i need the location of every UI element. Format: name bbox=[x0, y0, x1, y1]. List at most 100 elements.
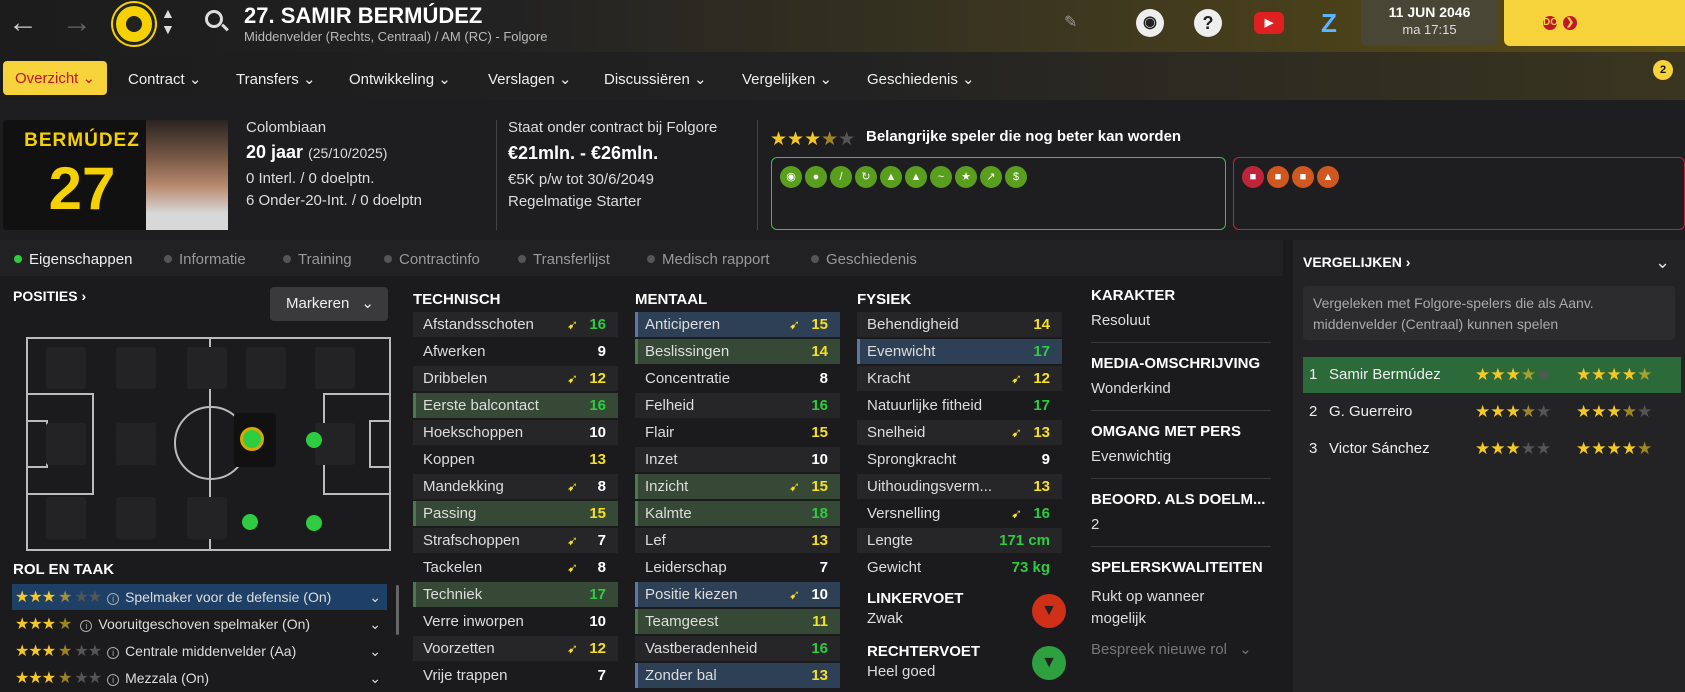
menu-geschiedenis[interactable]: Geschiedenis ⌄ bbox=[867, 70, 975, 88]
compare-row[interactable]: 3 Victor Sánchez ★★★★★ ★★★★★ bbox=[1303, 431, 1681, 467]
attribute-row[interactable]: Flair 15 bbox=[635, 420, 840, 445]
help-icon[interactable]: ? bbox=[1194, 9, 1222, 37]
flask-icon[interactable]: ▲ bbox=[1317, 166, 1339, 188]
globe-icon[interactable]: ◉ bbox=[1136, 9, 1164, 37]
attribute-row[interactable]: Positie kiezen ➹ 10 bbox=[635, 582, 840, 607]
discuss-role-link[interactable]: Bespreek nieuwe rol ⌄ bbox=[1091, 640, 1252, 658]
continue-button[interactable]: DOORGAAN❯ bbox=[1504, 0, 1685, 46]
brain-icon[interactable]: ● bbox=[805, 166, 827, 188]
attribute-row[interactable]: Sprongkracht 9 bbox=[857, 447, 1062, 472]
player-nav-icon[interactable]: ▲ ▼ bbox=[161, 5, 175, 37]
scrollbar[interactable] bbox=[396, 585, 399, 635]
tab-geschiedenis[interactable]: Geschiedenis bbox=[811, 251, 917, 268]
money-icon[interactable]: $ bbox=[1005, 166, 1027, 188]
attribute-row[interactable]: Dribbelen ➹ 12 bbox=[413, 366, 618, 391]
attribute-row[interactable]: Techniek 17 bbox=[413, 582, 618, 607]
attribute-row[interactable]: Natuurlijke fitheid 17 bbox=[857, 393, 1062, 418]
cone-icon[interactable]: ▲ bbox=[880, 166, 902, 188]
attribute-row[interactable]: Evenwicht 17 bbox=[857, 339, 1062, 364]
position-marker[interactable] bbox=[306, 515, 322, 531]
mark-dropdown[interactable]: Markeren ⌄ bbox=[270, 287, 388, 321]
date-box[interactable]: 11 JUN 2046 ma 17:15 bbox=[1361, 0, 1498, 46]
page-icon[interactable]: ■ bbox=[1292, 166, 1314, 188]
menu-vergelijken[interactable]: Vergelijken ⌄ bbox=[742, 70, 832, 88]
attribute-row[interactable]: Verre inworpen 10 bbox=[413, 609, 618, 634]
attribute-row[interactable]: Voorzetten ➹ 12 bbox=[413, 636, 618, 661]
youtube-icon[interactable]: ▶ bbox=[1254, 12, 1284, 34]
notification-badge[interactable]: 2 bbox=[1653, 60, 1673, 80]
tab-contractinfo[interactable]: Contractinfo bbox=[384, 251, 480, 268]
attribute-row[interactable]: Strafschoppen ➹ 7 bbox=[413, 528, 618, 553]
attribute-row[interactable]: Concentratie 8 bbox=[635, 366, 840, 391]
attribute-row[interactable]: Felheid 16 bbox=[635, 393, 840, 418]
role-row[interactable]: ★★★ ★ ★★ i Mezzala (On) ⌄ bbox=[12, 665, 387, 691]
attribute-row[interactable]: Vastberadenheid 16 bbox=[635, 636, 840, 661]
attribute-row[interactable]: Afstandsschoten ➹ 16 bbox=[413, 312, 618, 337]
tab-medisch[interactable]: Medisch rapport bbox=[647, 251, 770, 268]
attribute-row[interactable]: Mandekking ➹ 8 bbox=[413, 474, 618, 499]
star-icon[interactable]: ★ bbox=[955, 166, 977, 188]
tab-training[interactable]: Training bbox=[283, 251, 352, 268]
attribute-row[interactable]: Eerste balcontact 16 bbox=[413, 393, 618, 418]
attribute-row[interactable]: Leiderschap 7 bbox=[635, 555, 840, 580]
document-icon[interactable]: ■ bbox=[1242, 166, 1264, 188]
z-logo-icon[interactable]: Z bbox=[1315, 9, 1343, 37]
role-row[interactable]: ★★★ ★ ★★ i Centrale middenvelder (Aa) ⌄ bbox=[12, 638, 387, 664]
menu-verslagen[interactable]: Verslagen ⌄ bbox=[488, 70, 571, 88]
attribute-row[interactable]: Afwerken 9 bbox=[413, 339, 618, 364]
right-foot-label: RECHTERVOET bbox=[867, 643, 981, 660]
menu-ontwikkeling[interactable]: Ontwikkeling ⌄ bbox=[349, 70, 451, 88]
attribute-row[interactable]: Zonder bal 13 bbox=[635, 663, 840, 688]
ball-icon[interactable]: / bbox=[830, 166, 852, 188]
position-marker[interactable] bbox=[306, 432, 322, 448]
tab-eigenschappen[interactable]: Eigenschappen bbox=[14, 251, 132, 268]
compare-title[interactable]: VERGELIJKEN › bbox=[1303, 254, 1410, 270]
menu-transfers[interactable]: Transfers ⌄ bbox=[236, 70, 316, 88]
attribute-row[interactable]: Versnelling ➹ 16 bbox=[857, 501, 1062, 526]
collapse-chevron-icon[interactable]: ⌄ bbox=[1655, 252, 1670, 273]
attribute-row[interactable]: Hoekschoppen 10 bbox=[413, 420, 618, 445]
wave-icon[interactable]: ~ bbox=[930, 166, 952, 188]
attribute-row[interactable]: Snelheid ➹ 13 bbox=[857, 420, 1062, 445]
attribute-row[interactable]: Kracht ➹ 12 bbox=[857, 366, 1062, 391]
attribute-row[interactable]: Koppen 13 bbox=[413, 447, 618, 472]
position-marker[interactable] bbox=[242, 514, 258, 530]
attribute-name: Inzicht bbox=[645, 478, 689, 495]
attribute-row[interactable]: Tackelen ➹ 8 bbox=[413, 555, 618, 580]
attribute-row[interactable]: Beslissingen 14 bbox=[635, 339, 840, 364]
tab-informatie[interactable]: Informatie bbox=[164, 251, 246, 268]
role-row[interactable]: ★★★ ★ i Vooruitgeschoven spelmaker (On) ⌄ bbox=[12, 611, 387, 637]
positions-label[interactable]: POSITIES › bbox=[13, 288, 86, 304]
back-arrow-icon[interactable]: ← bbox=[8, 8, 38, 38]
attribute-row[interactable]: Anticiperen ➹ 15 bbox=[635, 312, 840, 337]
club-badge[interactable] bbox=[113, 3, 155, 45]
natural-position-marker[interactable] bbox=[240, 427, 264, 451]
search-icon[interactable] bbox=[205, 10, 223, 28]
menu-overzicht[interactable]: Overzicht ⌄ bbox=[3, 61, 108, 95]
attribute-row[interactable]: Lef 13 bbox=[635, 528, 840, 553]
attribute-row[interactable]: Teamgeest 11 bbox=[635, 609, 840, 634]
forward-arrow-icon[interactable]: → bbox=[62, 8, 92, 38]
attribute-name: Eerste balcontact bbox=[423, 397, 539, 414]
attribute-row[interactable]: Gewicht 73 kg bbox=[857, 555, 1062, 580]
attribute-row[interactable]: Uithoudingsverm... 13 bbox=[857, 474, 1062, 499]
attribute-row[interactable]: Inzet 10 bbox=[635, 447, 840, 472]
compass-icon[interactable]: ◉ bbox=[780, 166, 802, 188]
attribute-row[interactable]: Passing 15 bbox=[413, 501, 618, 526]
passing-icon[interactable]: ↻ bbox=[855, 166, 877, 188]
attribute-row[interactable]: Inzicht ➹ 15 bbox=[635, 474, 840, 499]
trend-icon[interactable]: ↗ bbox=[980, 166, 1002, 188]
role-row[interactable]: ★★★ ★ ★★ i Spelmaker voor de defensie (On) ⌄ bbox=[12, 584, 387, 610]
cones-icon[interactable]: ▲ bbox=[905, 166, 927, 188]
attribute-row[interactable]: Kalmte 18 bbox=[635, 501, 840, 526]
attribute-row[interactable]: Vrije trappen 7 bbox=[413, 663, 618, 688]
compare-row[interactable]: 1 Samir Bermúdez ★★★★★ ★★★★★ bbox=[1303, 357, 1681, 393]
compare-row[interactable]: 2 G. Guerreiro ★★★★★ ★★★★★ bbox=[1303, 394, 1681, 430]
shield-icon[interactable]: ■ bbox=[1267, 166, 1289, 188]
menu-contract[interactable]: Contract ⌄ bbox=[128, 70, 201, 88]
attribute-row[interactable]: Lengte 171 cm bbox=[857, 528, 1062, 553]
menu-discussieren[interactable]: Discussiëren ⌄ bbox=[604, 70, 707, 88]
edit-pencil-icon[interactable]: ✎ bbox=[1064, 12, 1077, 32]
tab-transferlijst[interactable]: Transferlijst bbox=[518, 251, 610, 268]
attribute-row[interactable]: Behendigheid 14 bbox=[857, 312, 1062, 337]
